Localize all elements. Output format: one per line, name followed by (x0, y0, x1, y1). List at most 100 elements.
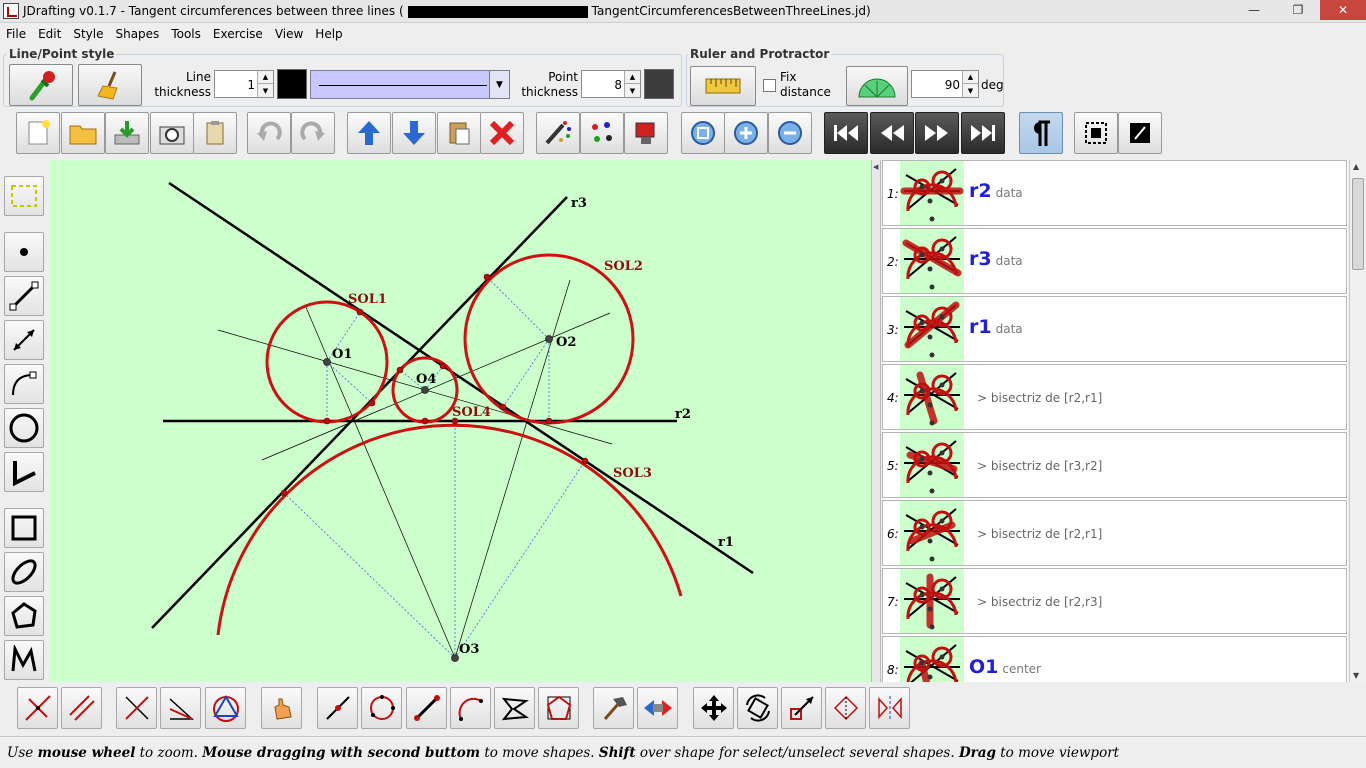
list-item[interactable]: 5: > bisectriz de [r3,r2] (882, 432, 1347, 498)
new-file-button[interactable] (16, 112, 60, 154)
zoom-out-button[interactable] (768, 112, 812, 154)
line-color-swatch[interactable] (277, 69, 307, 99)
list-item[interactable]: 4: > bisectriz de [r2,r1] (882, 364, 1347, 430)
line-tool[interactable] (4, 320, 44, 360)
menu-file[interactable]: File (0, 27, 32, 41)
list-item[interactable]: 7: > bisectriz de [r2,r3] (882, 568, 1347, 634)
segment-tool[interactable] (4, 276, 44, 316)
segment-points-tool[interactable] (406, 687, 447, 729)
protractor-button[interactable] (846, 66, 908, 106)
circle-tool[interactable] (4, 408, 44, 448)
parallel-tool[interactable] (61, 687, 102, 729)
first-step-button[interactable] (824, 112, 868, 154)
drawing-canvas[interactable]: r3 r2 r1 O1 O2 O3 O4 SOL1 SOL2 SOL3 SOL4 (49, 160, 871, 682)
ruler-button[interactable] (690, 66, 756, 106)
point-tool[interactable] (4, 232, 44, 272)
menu-view[interactable]: View (269, 27, 309, 41)
menu-shapes[interactable]: Shapes (109, 27, 165, 41)
export-image-button[interactable] (150, 112, 194, 154)
zoom-in-button[interactable] (724, 112, 768, 154)
minimize-button[interactable]: — (1232, 0, 1276, 20)
list-item[interactable]: 1: r2 data (882, 160, 1347, 226)
delete-button[interactable] (480, 112, 524, 154)
scroll-up-icon[interactable]: ▲ (1353, 162, 1359, 171)
point-on-circle-tool[interactable] (361, 687, 402, 729)
spinner-down-icon[interactable]: ▼ (624, 84, 640, 97)
menu-help[interactable]: Help (309, 27, 348, 41)
angle-tool[interactable] (4, 452, 44, 492)
redo-button[interactable] (291, 112, 335, 154)
move-tool[interactable] (693, 687, 734, 729)
ellipse-tool[interactable] (4, 552, 44, 592)
bisector-tool[interactable] (160, 687, 201, 729)
paint-fill-button[interactable] (624, 112, 668, 154)
undo-button[interactable] (247, 112, 291, 154)
scroll-down-icon[interactable]: ▼ (1353, 671, 1359, 680)
close-button[interactable]: ✕ (1320, 0, 1366, 20)
line-thickness-spinner[interactable]: 1 ▲ ▼ (214, 70, 274, 98)
polygon-tool[interactable] (4, 596, 44, 636)
list-item[interactable]: 2: r3 data (882, 228, 1347, 294)
list-item[interactable]: 8: O1 center (882, 636, 1347, 682)
spinner-up-icon[interactable]: ▲ (624, 71, 640, 84)
point-color-swatch[interactable] (644, 69, 674, 99)
move-down-button[interactable] (392, 112, 436, 154)
rotate-tool[interactable] (737, 687, 778, 729)
hammer-tool[interactable] (593, 687, 634, 729)
next-step-button[interactable] (915, 112, 959, 154)
translate-vector-tool[interactable] (825, 687, 866, 729)
triangle-centers-tool[interactable] (205, 687, 246, 729)
polygon-points-tool[interactable] (538, 687, 579, 729)
zoom-fit-button[interactable] (681, 112, 725, 154)
spinner-down-icon[interactable]: ▼ (962, 84, 978, 97)
rectangle-tool[interactable] (4, 508, 44, 548)
show-text-button[interactable] (1019, 112, 1063, 154)
previous-step-button[interactable] (870, 112, 914, 154)
spinner-up-icon[interactable]: ▲ (257, 71, 273, 84)
symmetry-tool[interactable] (869, 687, 910, 729)
menu-exercise[interactable]: Exercise (207, 27, 269, 41)
fix-distance-checkbox[interactable] (763, 79, 776, 92)
full-view-button[interactable] (1118, 112, 1162, 154)
arc-points-tool[interactable] (450, 687, 491, 729)
angle-spinner[interactable]: 90 ▲ ▼ (911, 70, 979, 98)
collapse-left-icon[interactable]: ◀ (873, 163, 878, 171)
open-file-button[interactable] (61, 112, 105, 154)
split-tool[interactable] (637, 687, 678, 729)
mediatrix-tool[interactable] (116, 687, 157, 729)
list-item[interactable]: 6: > bisectriz de [r2,r1] (882, 500, 1347, 566)
intersection-tool[interactable] (494, 687, 535, 729)
perpendicular-tool[interactable] (17, 687, 58, 729)
select-tool[interactable] (4, 176, 44, 216)
arc-tool[interactable] (4, 364, 44, 404)
select-frame-button[interactable] (1074, 112, 1118, 154)
freehand-tool[interactable] (4, 640, 44, 680)
clipboard-info-button[interactable] (193, 112, 237, 154)
split-pane-divider[interactable]: ◀ (871, 160, 881, 682)
list-scrollbar[interactable]: ▲ ▼ (1349, 160, 1366, 682)
hand-point-tool[interactable] (261, 687, 302, 729)
point-thickness-spinner[interactable]: 8 ▲ ▼ (581, 70, 641, 98)
line-style-combobox[interactable]: ▼ (310, 70, 510, 99)
scroll-thumb[interactable] (1352, 178, 1364, 270)
geometry-drawing[interactable]: r3 r2 r1 O1 O2 O3 O4 SOL1 SOL2 SOL3 SOL4 (49, 160, 871, 682)
paste-button[interactable] (437, 112, 481, 154)
list-item[interactable]: 3: r1 data (882, 296, 1347, 362)
menu-edit[interactable]: Edit (32, 27, 67, 41)
move-up-button[interactable] (347, 112, 391, 154)
maximize-button[interactable]: ❐ (1276, 0, 1320, 20)
spinner-up-icon[interactable]: ▲ (962, 71, 978, 84)
menu-tools[interactable]: Tools (165, 27, 207, 41)
last-step-button[interactable] (961, 112, 1005, 154)
spinner-down-icon[interactable]: ▼ (257, 84, 273, 97)
point-on-line-tool[interactable] (317, 687, 358, 729)
menu-style[interactable]: Style (67, 27, 109, 41)
save-button[interactable] (105, 112, 149, 154)
broom-button[interactable] (78, 64, 142, 106)
eyedropper-button[interactable] (9, 64, 73, 106)
point-colors-button[interactable] (580, 112, 624, 154)
scale-tool[interactable] (781, 687, 822, 729)
dots-icon (592, 122, 612, 142)
pencil-style-button[interactable] (536, 112, 580, 154)
chevron-down-icon[interactable]: ▼ (489, 71, 509, 98)
